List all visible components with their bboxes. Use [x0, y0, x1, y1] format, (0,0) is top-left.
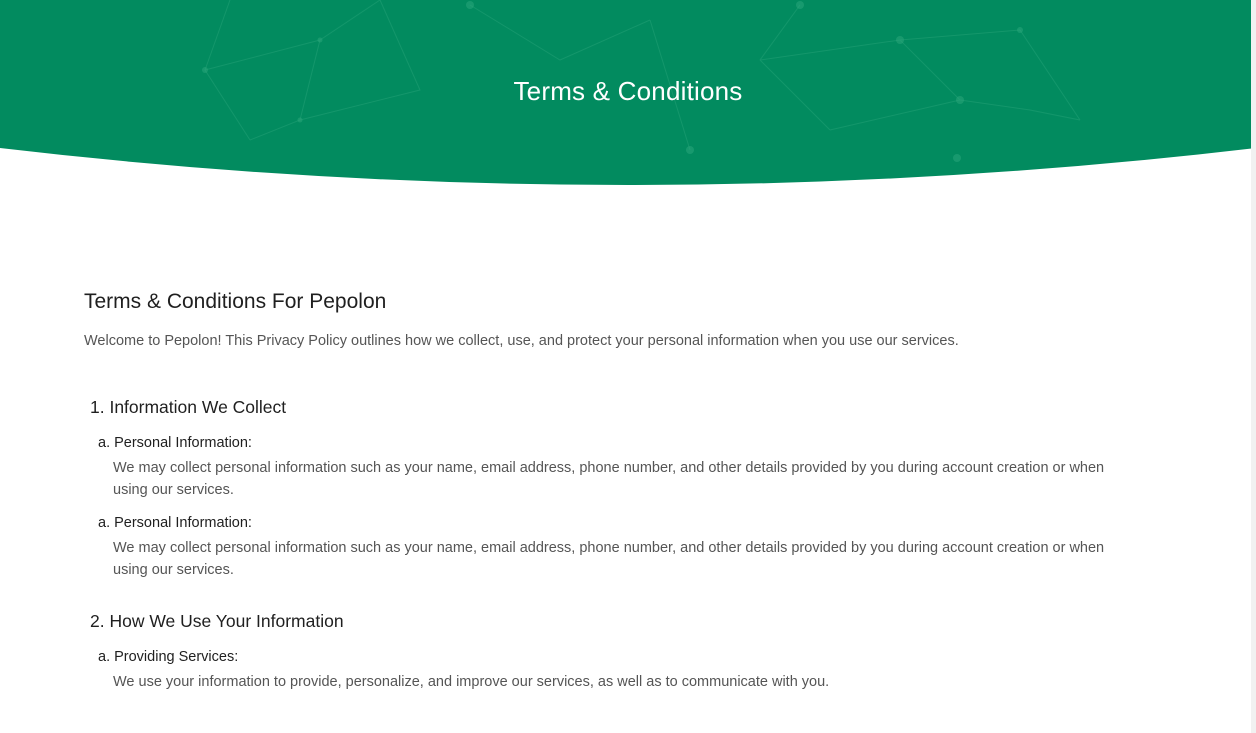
page-scrollbar-track[interactable] — [1251, 0, 1256, 733]
section-title: 2. How We Use Your Information — [90, 611, 344, 631]
intro-paragraph: Welcome to Pepolon! This Privacy Policy … — [84, 333, 959, 349]
subsection: a. Personal Information: We may collect … — [98, 513, 1134, 581]
section-information-we-collect: 1. Information We Collect a. Personal In… — [90, 395, 1134, 581]
page-title: Terms & Conditions For Pepolon — [84, 290, 387, 313]
section-how-we-use: 2. How We Use Your Information a. Provid… — [90, 609, 1134, 693]
subsection-body: We use your information to provide, pers… — [113, 674, 830, 690]
terms-content: Terms & Conditions For Pepolon Welcome t… — [84, 288, 1134, 721]
subsection: a. Providing Services: We use your infor… — [98, 647, 1134, 693]
hero-title: Terms & Conditions — [513, 76, 743, 106]
subsection-title: a. Providing Services: — [98, 649, 239, 665]
subsection: a. Personal Information: We may collect … — [98, 433, 1134, 501]
subsection-title: a. Personal Information: — [98, 435, 252, 451]
hero-banner: Terms & Conditions — [0, 0, 1256, 190]
subsection-body: We may collect personal information such… — [113, 460, 1105, 498]
subsection-title: a. Personal Information: — [98, 515, 252, 531]
section-title: 1. Information We Collect — [90, 397, 287, 417]
subsection-body: We may collect personal information such… — [113, 540, 1105, 578]
